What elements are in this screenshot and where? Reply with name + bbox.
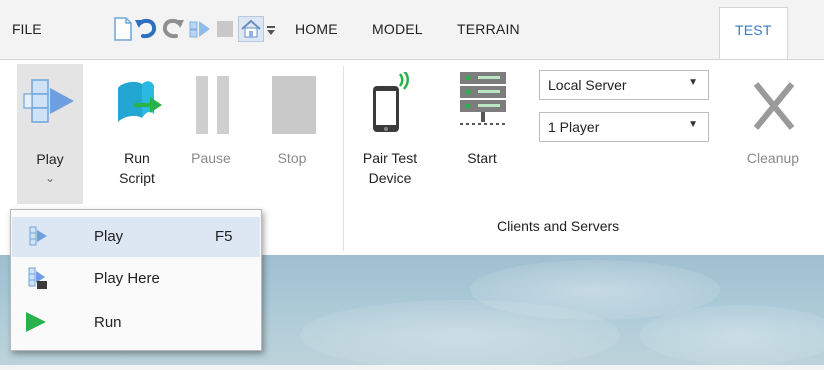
player-count-select[interactable]: 1 Player ▼ xyxy=(539,112,709,142)
play-button[interactable]: Play ⌄ xyxy=(17,64,83,204)
redo-icon[interactable] xyxy=(160,16,186,42)
clients-and-servers-group-label: Clients and Servers xyxy=(497,218,620,234)
cloud xyxy=(300,300,620,370)
cleanup-button[interactable]: Cleanup xyxy=(728,68,818,168)
shortcut-label: F5 xyxy=(215,228,233,245)
mobile-device-icon xyxy=(370,70,414,139)
close-icon xyxy=(750,78,798,137)
tab-test[interactable]: TEST xyxy=(719,7,788,59)
cloud xyxy=(640,305,824,365)
stop-small-icon[interactable] xyxy=(213,16,239,42)
menu-bar: FILE HOME MODEL TERRAIN TEST xyxy=(0,0,824,60)
pair-test-label-line2: Device xyxy=(368,170,412,186)
cleanup-label: Cleanup xyxy=(746,150,800,166)
play-icon xyxy=(24,224,48,248)
ribbon-separator xyxy=(343,66,344,251)
play-label: Play xyxy=(36,151,64,167)
tab-model[interactable]: MODEL xyxy=(372,21,423,37)
chevron-down-icon[interactable]: ⌄ xyxy=(17,171,83,185)
stop-label: Stop xyxy=(277,150,307,166)
menu-item-label: Run xyxy=(94,314,122,331)
pause-label: Pause xyxy=(191,150,231,166)
run-script-button[interactable]: Run Script xyxy=(104,68,170,203)
pause-icon xyxy=(193,74,233,139)
player-select-value: 1 Player xyxy=(548,119,600,135)
stop-icon xyxy=(270,74,316,139)
play-large-icon xyxy=(22,76,78,129)
tab-terrain[interactable]: TERRAIN xyxy=(457,21,520,37)
file-menu[interactable]: FILE xyxy=(12,21,42,37)
pair-test-label-line1: Pair Test xyxy=(362,150,418,166)
tab-home[interactable]: HOME xyxy=(295,21,338,37)
start-label: Start xyxy=(467,150,497,166)
menu-item-label: Play xyxy=(94,228,124,245)
menu-item-run[interactable]: Run xyxy=(12,303,260,343)
start-button[interactable]: Start xyxy=(452,68,512,168)
dropdown-arrow-icon: ▼ xyxy=(688,119,698,130)
server-select[interactable]: Local Server ▼ xyxy=(539,70,709,100)
menu-item-play-here[interactable]: Play Here xyxy=(12,259,260,299)
menu-item-play[interactable]: Play F5 xyxy=(12,217,260,257)
run-script-label-line1: Run xyxy=(124,150,150,166)
server-select-value: Local Server xyxy=(548,77,627,93)
pause-button[interactable]: Pause xyxy=(183,68,239,168)
run-icon xyxy=(24,310,48,334)
pair-test-device-button[interactable]: Pair Test Device xyxy=(350,68,430,203)
stop-button[interactable]: Stop xyxy=(262,68,322,168)
undo-icon[interactable] xyxy=(133,16,159,42)
home-icon[interactable] xyxy=(238,16,264,42)
server-stack-icon xyxy=(458,70,510,139)
customize-icon[interactable] xyxy=(264,16,278,42)
run-script-label-line2: Script xyxy=(119,170,155,186)
play-dropdown-menu: Play F5 Play Here Run xyxy=(10,209,262,351)
play-here-icon xyxy=(24,266,48,290)
play-small-icon[interactable] xyxy=(187,16,213,42)
dropdown-arrow-icon: ▼ xyxy=(688,77,698,88)
run-script-icon xyxy=(112,74,164,131)
menu-item-label: Play Here xyxy=(94,270,160,287)
